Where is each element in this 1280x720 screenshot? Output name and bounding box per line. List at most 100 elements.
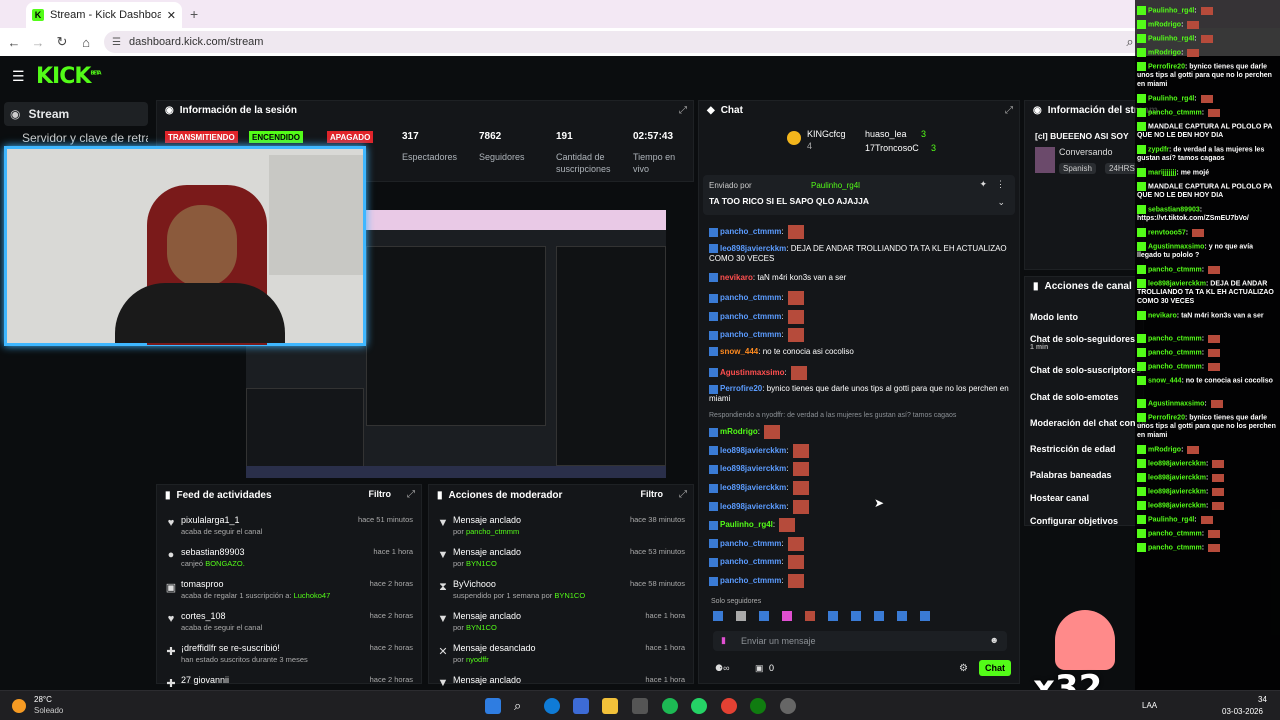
chat-username[interactable]: leo898javierckkm <box>720 483 786 492</box>
pinned-message[interactable]: Enviado por Paulinho_rg4l TA TOO RICO SI… <box>703 175 1015 215</box>
chat-message[interactable]: pancho_ctmmm: <box>709 225 1009 239</box>
forward-icon[interactable]: → <box>30 34 46 50</box>
chat-username[interactable]: pancho_ctmmm <box>720 312 781 321</box>
chat-username[interactable]: mRodrigo <box>720 427 758 436</box>
channel-emotes-only[interactable]: Chat de solo-emotes <box>1030 392 1119 402</box>
more-icon[interactable]: ⋮ <box>996 179 1005 190</box>
obs-icon[interactable] <box>780 698 796 714</box>
emote-icon[interactable] <box>805 611 815 621</box>
chat-username[interactable]: Agustinmaxsimo <box>720 368 784 377</box>
chevron-down-icon[interactable]: ⌄ <box>997 197 1005 208</box>
top-chatter-1[interactable]: KINGcfcg <box>807 129 846 139</box>
expand-icon[interactable]: ⤢ <box>407 489 415 500</box>
pinned-user[interactable]: Paulinho_rg4l <box>811 181 860 190</box>
emote-icon[interactable] <box>782 611 792 621</box>
feed-row[interactable]: ♥ pixulalarga1_1 acaba de seguir el canal h… <box>157 515 421 547</box>
emote-icon[interactable] <box>713 611 723 621</box>
app-icon[interactable] <box>632 698 648 714</box>
emote-icon[interactable] <box>759 611 769 621</box>
chat-message[interactable]: pancho_ctmmm: <box>709 555 1009 570</box>
emote-icon[interactable] <box>897 611 907 621</box>
browser-tab[interactable]: K Stream - Kick Dashboard ✕ <box>26 2 182 28</box>
new-tab-icon[interactable]: + <box>190 6 198 22</box>
chat-message[interactable]: Perrofire20: bynico tienes que darle uno… <box>709 384 1009 404</box>
chat-username[interactable]: pancho_ctmmm <box>720 539 781 548</box>
channel-subs-only[interactable]: Chat de solo-suscriptores <box>1030 365 1141 375</box>
channel-banned-words[interactable]: Palabras baneadas <box>1030 470 1112 480</box>
points-icon[interactable]: ⚈∞ <box>715 663 729 674</box>
reload-icon[interactable]: ↻ <box>54 34 70 50</box>
channel-followers-only[interactable]: Chat de solo-seguidores <box>1030 334 1135 344</box>
expand-icon[interactable]: ⤢ <box>679 489 687 500</box>
channel-ai-moderation[interactable]: Moderación del chat con IA <box>1030 418 1147 428</box>
emote-icon[interactable] <box>828 611 838 621</box>
feed-row[interactable]: ▼ Mensaje anclado por pancho_ctmmm hace 38 … <box>429 515 693 547</box>
chat-username[interactable]: pancho_ctmmm <box>720 576 781 585</box>
emote-icon[interactable] <box>920 611 930 621</box>
chat-message[interactable]: Agustinmaxsimo: <box>709 365 1009 380</box>
chat-username[interactable]: Paulinho_rg4l <box>720 520 773 529</box>
feed-row[interactable]: ✕ Mensaje desanclado por nyodffr hace 1 hor… <box>429 643 693 675</box>
language-indicator[interactable]: LAA <box>1142 701 1157 710</box>
pin-icon[interactable]: ✦ <box>979 179 987 190</box>
chat-message[interactable]: leo898javierckkm: <box>709 481 1009 495</box>
feed-row[interactable]: ▣ tomasproo acaba de regalar 1 suscripción… <box>157 579 421 611</box>
chat-username[interactable]: leo898javierckkm <box>720 465 786 474</box>
tab-close-icon[interactable]: ✕ <box>167 9 176 22</box>
chat-message[interactable]: pancho_ctmmm: <box>709 291 1009 306</box>
expand-icon[interactable]: ⤢ <box>679 105 687 116</box>
chat-username[interactable]: snow_444 <box>720 347 758 356</box>
chat-username[interactable]: pancho_ctmmm <box>720 558 781 567</box>
feed-subtitle-highlight[interactable]: pancho_ctmmm <box>466 527 519 536</box>
category-name[interactable]: Conversando <box>1059 147 1113 157</box>
back-icon[interactable]: ← <box>6 34 22 50</box>
windows-start-icon[interactable] <box>485 698 501 714</box>
chat-message[interactable]: leo898javierckkm: <box>709 499 1009 514</box>
channel-slow-mode[interactable]: Modo lento <box>1030 312 1078 322</box>
channel-goals[interactable]: Configurar objetivos <box>1030 516 1118 526</box>
chat-message[interactable]: mRodrigo: <box>709 425 1009 440</box>
top-chatter-3[interactable]: 17TroncosoC <box>865 143 919 153</box>
chat-username[interactable]: leo898javierckkm <box>720 446 786 455</box>
chat-message[interactable]: Paulinho_rg4l: <box>709 518 1009 533</box>
feed-subtitle-highlight[interactable]: BYN1CO <box>466 559 497 568</box>
chat-input[interactable]: ▮ Enviar un mensaje ☻ <box>713 631 1007 651</box>
gift-icon[interactable]: ▣ <box>755 663 764 674</box>
feed-row[interactable]: ♥ cortes_108 acaba de seguir el canal hace … <box>157 611 421 643</box>
channel-age-restriction[interactable]: Restricción de edad <box>1030 444 1116 454</box>
filter-button[interactable]: Filtro <box>369 489 392 499</box>
menu-icon[interactable]: ☰ <box>12 68 25 85</box>
feed-subtitle-highlight[interactable]: BYN1CO <box>554 591 585 600</box>
weather-icon[interactable] <box>12 699 26 713</box>
xbox-icon[interactable] <box>750 698 766 714</box>
sidebar-item-stream[interactable]: ◉ Stream <box>4 102 148 126</box>
chat-message[interactable]: pancho_ctmmm: <box>709 536 1009 551</box>
spotify-icon[interactable] <box>662 698 678 714</box>
emote-icon[interactable] <box>874 611 884 621</box>
url-field[interactable]: ☰ dashboard.kick.com/stream <box>104 31 1144 53</box>
chat-username[interactable]: pancho_ctmmm <box>720 227 781 236</box>
chat-message[interactable]: leo898javierckkm: DEJA DE ANDAR TROLLIAN… <box>709 244 1009 264</box>
channel-host[interactable]: Hostear canal <box>1030 493 1089 503</box>
feed-subtitle-highlight[interactable]: nyodffr <box>466 655 489 664</box>
emoji-icon[interactable]: ☻ <box>990 635 999 645</box>
chat-username[interactable]: pancho_ctmmm <box>720 293 781 302</box>
feed-row[interactable]: ⧗ ByVichooo suspendido por 1 semana por BY… <box>429 579 693 611</box>
feed-subtitle-highlight[interactable]: Luchoko47 <box>294 591 331 600</box>
emote-icon[interactable] <box>736 611 746 621</box>
site-info-icon[interactable]: ☰ <box>112 37 121 48</box>
feed-row[interactable]: ✚ ¡dreffidlfr se re-suscribió! han estado … <box>157 643 421 675</box>
gear-icon[interactable]: ⚙ <box>959 663 968 674</box>
chat-message[interactable]: nevikaro: taN m4ri kon3s van a ser <box>709 273 1009 283</box>
chat-message[interactable]: leo898javierckkm: <box>709 462 1009 477</box>
filter-button[interactable]: Filtro <box>641 489 664 499</box>
chat-message[interactable]: pancho_ctmmm: <box>709 309 1009 324</box>
edge-icon[interactable] <box>544 698 560 714</box>
chat-message[interactable]: pancho_ctmmm: <box>709 574 1009 588</box>
chat-message[interactable]: snow_444: no te conocia asi cocoliso <box>709 347 1009 357</box>
whatsapp-icon[interactable] <box>691 698 707 714</box>
file-explorer-icon[interactable] <box>602 698 618 714</box>
chat-username[interactable]: leo898javierckkm <box>720 502 786 511</box>
feed-row[interactable]: ▼ Mensaje anclado por BYN1CO hace 53 minuto… <box>429 547 693 579</box>
feed-row[interactable]: ▼ Mensaje anclado por BYN1CO hace 1 hora <box>429 611 693 643</box>
